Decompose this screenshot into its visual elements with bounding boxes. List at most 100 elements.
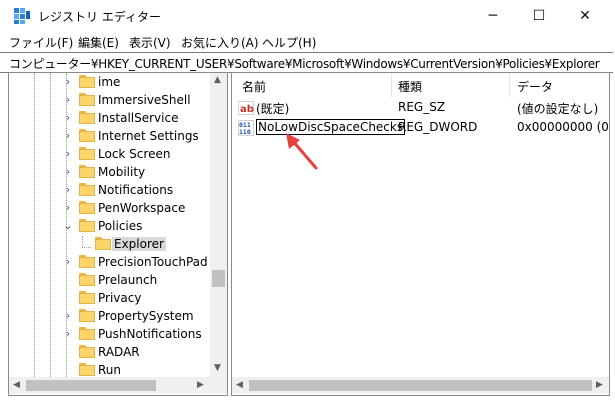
address-path[interactable]: コンピューター¥HKEY_CURRENT_USER¥Software¥Micro… (9, 55, 600, 72)
folder-open-icon (79, 219, 95, 232)
value-data: 0x00000000 (0) (517, 120, 610, 134)
chevron-right-icon[interactable]: › (62, 254, 74, 270)
folder-icon (79, 327, 95, 340)
chevron-right-icon[interactable]: › (62, 128, 74, 144)
tree-item-label: ImmersiveShell (98, 93, 191, 107)
chevron-right-icon[interactable]: › (62, 182, 74, 198)
svg-text:110: 110 (239, 128, 251, 136)
chevron-right-icon[interactable]: › (62, 164, 74, 180)
folder-icon (79, 147, 95, 160)
scroll-down-icon[interactable]: ▼ (214, 363, 221, 373)
chevron-right-icon[interactable]: › (62, 308, 74, 324)
tree-item-explorer[interactable]: Explorer (9, 235, 210, 253)
list-horizontal-scroll-thumb[interactable] (249, 380, 592, 391)
menu-bar: ファイル(F) 編集(E) 表示(V) お気に入り(A) ヘルプ(H) (0, 32, 615, 52)
tree-item-policies[interactable]: ⌄ Policies (9, 217, 210, 235)
scroll-right-icon[interactable]: ▶ (197, 380, 204, 390)
menu-help[interactable]: ヘルプ(H) (262, 34, 316, 51)
chevron-down-icon[interactable]: ⌄ (62, 218, 74, 234)
tree-item-label: PenWorkspace (98, 201, 186, 215)
chevron-right-icon[interactable]: › (62, 74, 74, 90)
tree-item-label: RADAR (98, 345, 140, 359)
folder-icon (79, 201, 95, 214)
tree-item-label: Run (98, 363, 122, 377)
column-header-name[interactable]: 名前 (242, 78, 266, 95)
values-list-pane[interactable]: 名前 種類 データ ab (既定) REG_SZ (値の設定なし) 011 11… (231, 72, 610, 396)
column-divider[interactable] (509, 73, 510, 97)
scroll-left-icon[interactable]: ◀ (236, 380, 243, 390)
column-divider[interactable] (391, 73, 392, 97)
folder-icon (95, 237, 111, 250)
title-bar[interactable]: レジストリ エディター ─ ☐ ✕ (0, 0, 615, 32)
tree-item-immersiveshell[interactable]: › ImmersiveShell (9, 91, 210, 109)
tree-item-internet-settings[interactable]: › Internet Settings (9, 127, 210, 145)
folder-icon (79, 129, 95, 142)
scroll-left-icon[interactable]: ◀ (13, 380, 20, 390)
value-row-default[interactable]: ab (既定) REG_SZ (値の設定なし) (232, 98, 609, 118)
chevron-right-icon[interactable]: › (62, 110, 74, 126)
tree-item-precisiontouchpad[interactable]: › PrecisionTouchPad (9, 253, 210, 271)
registry-editor-window: レジストリ エディター ─ ☐ ✕ ファイル(F) 編集(E) 表示(V) お気… (0, 0, 615, 403)
list-horizontal-scrollbar[interactable]: ◀ ▶ (232, 377, 609, 394)
address-bar[interactable]: コンピューター¥HKEY_CURRENT_USER¥Software¥Micro… (0, 52, 613, 73)
tree-item-privacy[interactable]: Privacy (9, 289, 210, 307)
svg-text:ab: ab (240, 104, 254, 115)
tree-item-label-selected: Explorer (112, 237, 166, 251)
tree-item-installservice[interactable]: › InstallService (9, 109, 210, 127)
maximize-button[interactable]: ☐ (516, 0, 562, 32)
minimize-button[interactable]: ─ (470, 0, 516, 32)
maximize-icon: ☐ (532, 8, 546, 24)
registry-editor-icon (14, 8, 30, 24)
tree-item-label: Mobility (98, 165, 146, 179)
tree-item-radar[interactable]: RADAR (9, 343, 210, 361)
folder-icon (79, 309, 95, 322)
folder-icon (79, 183, 95, 196)
column-header-type[interactable]: 種類 (398, 78, 422, 95)
string-value-icon: ab (238, 101, 254, 115)
value-type: REG_SZ (398, 100, 446, 114)
chevron-right-icon[interactable]: › (62, 92, 74, 108)
column-header-data[interactable]: データ (517, 78, 553, 95)
value-type: REG_DWORD (398, 120, 478, 134)
scrollbar-corner (210, 377, 227, 394)
minimize-icon: ─ (488, 8, 498, 24)
menu-favorites[interactable]: お気に入り(A) (181, 34, 259, 51)
tree-vertical-scrollbar[interactable]: ▲ ▼ (210, 73, 227, 377)
tree-item-lock-screen[interactable]: › Lock Screen (9, 145, 210, 163)
menu-edit[interactable]: 編集(E) (78, 34, 119, 51)
folder-icon (79, 255, 95, 268)
window-title: レジストリ エディター (38, 10, 161, 24)
folder-icon (79, 93, 95, 106)
tree-item-propertysystem[interactable]: › PropertySystem (9, 307, 210, 325)
chevron-right-icon[interactable]: › (62, 146, 74, 162)
tree-item-notifications[interactable]: › Notifications (9, 181, 210, 199)
tree-item-ime[interactable]: › ime (9, 73, 210, 91)
tree-item-label: PrecisionTouchPad (98, 255, 208, 269)
tree-item-label: InstallService (98, 111, 179, 125)
close-icon: ✕ (579, 8, 591, 24)
chevron-right-icon[interactable]: › (62, 326, 74, 342)
scroll-up-icon[interactable]: ▲ (214, 75, 221, 85)
tree-item-prelaunch[interactable]: Prelaunch (9, 271, 210, 289)
tree-item-penworkspace[interactable]: › PenWorkspace (9, 199, 210, 217)
value-data: (値の設定なし) (517, 102, 599, 116)
tree-item-mobility[interactable]: › Mobility (9, 163, 210, 181)
menu-file[interactable]: ファイル(F) (9, 34, 73, 51)
scroll-right-icon[interactable]: ▶ (596, 380, 603, 390)
tree-item-pushnotifications[interactable]: › PushNotifications (9, 325, 210, 343)
tree-horizontal-scrollbar[interactable]: ◀ ▶ (9, 377, 210, 394)
tree-item-label: Lock Screen (98, 147, 171, 161)
tree-vertical-scroll-thumb[interactable] (212, 270, 225, 287)
key-tree-pane[interactable]: › ime › ImmersiveShell › InstallService … (8, 72, 228, 396)
tree-item-label: Privacy (98, 291, 142, 305)
value-name: (既定) (256, 102, 290, 116)
dword-value-icon: 011 110 (238, 120, 254, 136)
chevron-right-icon[interactable]: › (62, 200, 74, 216)
tree-horizontal-scroll-thumb[interactable] (26, 380, 156, 391)
folder-icon (79, 75, 95, 88)
close-button[interactable]: ✕ (562, 0, 608, 32)
menu-view[interactable]: 表示(V) (129, 34, 171, 51)
tree-item-label: Policies (98, 219, 143, 233)
folder-icon (79, 363, 95, 376)
annotation-arrow-icon (286, 133, 318, 170)
